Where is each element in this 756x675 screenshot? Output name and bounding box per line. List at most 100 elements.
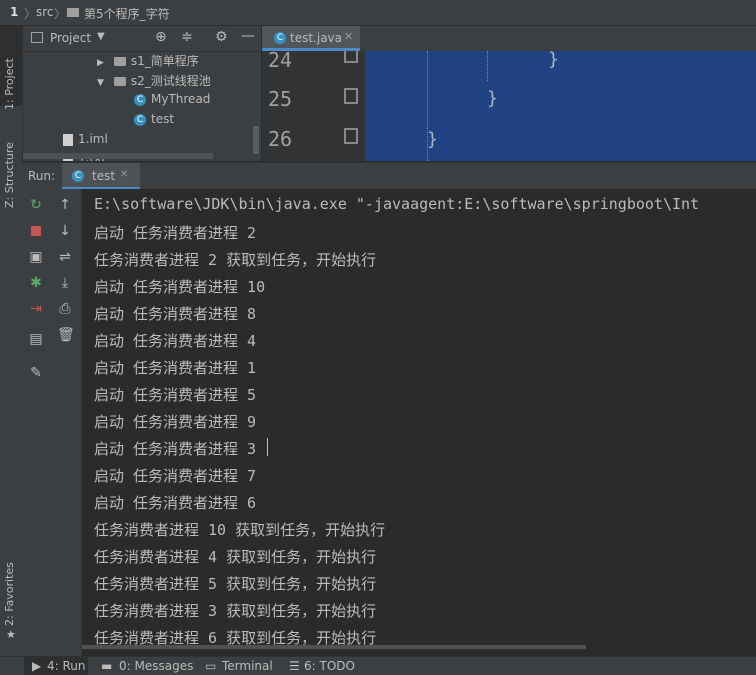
editor-gutter: 24 25 26 — [262, 48, 365, 161]
breadcrumb: 1 〉 src 〉 第5个程序_字符 — [0, 0, 756, 26]
console-line: E:\software\JDK\bin\java.exe "-javaagent… — [94, 195, 700, 213]
layout-icon[interactable]: ▤ — [28, 331, 44, 347]
collapse-arrow-icon[interactable]: ▼ — [97, 78, 104, 88]
indent-guide — [487, 51, 489, 81]
run-tool-play-icon: ▶ — [32, 659, 42, 673]
console-line: 启动 任务消费者进程 1 — [94, 359, 257, 377]
tool-tab-structure[interactable]: Z: Structure — [3, 142, 16, 208]
run-toolbar-secondary: ↑ ↓ ⇌ ⤓ ⎙ 🗑 — [49, 189, 82, 656]
breadcrumb-separator: 〉 — [54, 7, 67, 21]
breadcrumb-folder[interactable]: 第5个程序_字符 — [84, 5, 170, 22]
run-label: Run: — [28, 169, 56, 183]
collapse-all-icon[interactable]: ≑ — [181, 29, 193, 45]
close-icon[interactable]: ✕ — [120, 169, 128, 180]
tree-item-label: test — [151, 112, 175, 126]
console-line: 启动 任务消费者进程 8 — [94, 305, 257, 323]
chevron-down-icon[interactable]: ▼ — [97, 31, 105, 42]
class-icon: C — [134, 93, 146, 106]
package-icon — [113, 77, 126, 86]
class-icon: C — [72, 170, 84, 182]
breadcrumb-src[interactable]: src — [36, 5, 54, 19]
project-panel-header: Project ▼ ⊕ ≑ ⚙ — — [23, 26, 261, 52]
project-panel: Project ▼ ⊕ ≑ ⚙ — ▶ s1_简单程序 ▼ s2_测试线程池 C My… — [23, 26, 261, 161]
tool-tab-favorites[interactable]: 2: Favorites — [3, 562, 16, 626]
breadcrumb-project[interactable]: 1 — [10, 5, 18, 19]
tree-item-label: s2_测试线程池 — [130, 74, 211, 88]
code-line: } — [427, 129, 438, 150]
tool-tab-project[interactable]: 1: Project — [3, 58, 16, 110]
scroll-to-end-icon[interactable]: ⤓ — [57, 275, 73, 291]
tree-item-mythread[interactable]: C MyThread — [134, 92, 210, 106]
debug-icon[interactable]: ✱ — [28, 275, 44, 291]
folder-icon — [67, 8, 79, 17]
run-tab-label: test — [92, 169, 116, 183]
package-icon — [113, 57, 126, 66]
horizontal-scrollbar[interactable] — [23, 153, 213, 159]
console-line: 启动 任务消费者进程 10 — [94, 278, 266, 296]
rerun-icon[interactable]: ↻ — [28, 197, 44, 213]
tree-item-iml[interactable]: 1.iml — [63, 132, 108, 146]
editor-tab-label: test.java — [290, 31, 343, 45]
console-line: 任务消费者进程 5 获取到任务，开始执行 — [94, 575, 377, 593]
star-icon: ★ — [6, 628, 16, 641]
code-line: } — [548, 49, 559, 70]
console-line: 启动 任务消费者进程 4 — [94, 332, 257, 350]
camera-icon[interactable]: ▣ — [28, 249, 44, 265]
bottom-tool-bar: ▶ 4: Run ▬ 0: Messages ▭ Terminal ☰ 6: T… — [0, 656, 756, 675]
print-icon[interactable]: ⎙ — [57, 301, 73, 317]
tree-item-label: MyThread — [151, 92, 211, 106]
tree-item-s1[interactable]: ▶ s1_简单程序 — [97, 52, 199, 69]
project-view-icon — [31, 32, 43, 43]
console-line: 启动 任务消费者进程 2 — [94, 224, 257, 242]
code-line: } — [487, 88, 498, 109]
hide-icon[interactable]: — — [241, 28, 255, 44]
editor-tabs: C test.java ✕ — [262, 26, 756, 51]
horizontal-scrollbar[interactable] — [82, 645, 586, 649]
stop-icon[interactable] — [28, 223, 44, 239]
project-view-selector[interactable]: Project — [50, 31, 91, 45]
arrow-down-icon[interactable]: ↓ — [57, 223, 73, 239]
fold-marker-icon[interactable] — [344, 51, 358, 63]
terminal-icon: ▭ — [205, 659, 217, 673]
bottom-tab-messages[interactable]: 0: Messages — [119, 659, 193, 673]
console-line: 启动 任务消费者进程 6 — [94, 494, 257, 512]
close-icon[interactable]: ✕ — [344, 30, 353, 43]
code-editor[interactable]: } } } — [365, 49, 756, 161]
console-line: 启动 任务消费者进程 7 — [94, 467, 257, 485]
left-tool-strip: 1: Project Z: Structure 2: Favorites ★ — [0, 26, 23, 656]
run-toolbar-primary: ↻ ▣ ✱ ⇥ ▤ ✎ — [22, 189, 49, 656]
line-number: 24 — [268, 48, 293, 72]
tree-item-test[interactable]: Ctest — [134, 112, 174, 126]
console-output[interactable]: E:\software\JDK\bin\java.exe "-javaagent… — [82, 189, 756, 649]
bottom-tab-terminal[interactable]: Terminal — [222, 659, 273, 673]
tree-item-s2[interactable]: ▼ s2_测试线程池 — [97, 72, 211, 89]
fold-marker-icon[interactable] — [344, 88, 358, 104]
console-line: 任务消费者进程 4 获取到任务，开始执行 — [94, 548, 377, 566]
vertical-scrollbar[interactable] — [253, 126, 259, 154]
console-line: 启动 任务消费者进程 3 — [94, 440, 257, 458]
class-icon: C — [134, 113, 146, 126]
console-line: 启动 任务消费者进程 5 — [94, 386, 257, 404]
breadcrumb-separator: 〉 — [24, 7, 37, 21]
expand-arrow-icon[interactable]: ▶ — [97, 58, 104, 68]
tree-item-label: 1.iml — [78, 132, 108, 146]
file-icon — [63, 133, 73, 146]
text-cursor — [267, 438, 268, 456]
fold-marker-icon[interactable] — [344, 128, 358, 144]
bottom-tab-run[interactable]: 4: Run — [47, 659, 86, 673]
run-window-header: Run: C test ✕ — [22, 162, 756, 191]
trash-icon[interactable]: 🗑 — [57, 327, 75, 343]
run-tab-test[interactable]: C test ✕ — [62, 163, 140, 190]
console-line: 启动 任务消费者进程 9 — [94, 413, 257, 431]
console-line: 任务消费者进程 10 获取到任务，开始执行 — [94, 521, 386, 539]
line-number: 25 — [268, 87, 293, 111]
gear-icon[interactable]: ⚙ — [215, 29, 228, 45]
pin-icon[interactable]: ✎ — [28, 365, 44, 381]
soft-wrap-icon[interactable]: ⇌ — [57, 249, 73, 265]
class-icon: C — [274, 32, 286, 44]
bottom-tab-todo[interactable]: 6: TODO — [304, 659, 355, 673]
line-number: 26 — [268, 127, 293, 151]
locate-icon[interactable]: ⊕ — [155, 29, 167, 45]
exit-icon[interactable]: ⇥ — [28, 301, 44, 317]
arrow-up-icon[interactable]: ↑ — [57, 197, 73, 213]
